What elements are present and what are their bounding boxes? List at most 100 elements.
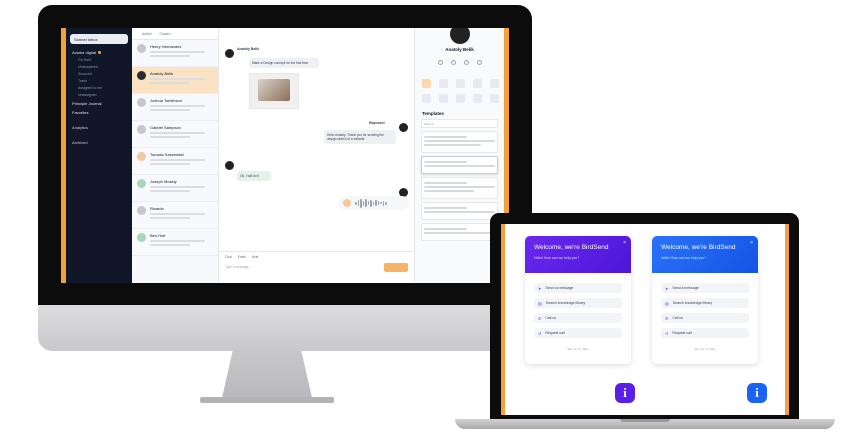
composer-tab-email[interactable]: Email (238, 255, 246, 259)
tool-icon[interactable] (422, 94, 431, 103)
chat-launcher-button-purple[interactable]: i (615, 383, 635, 403)
composer-tab-chat[interactable]: Chat (225, 255, 232, 259)
book-icon: ▤ (538, 300, 542, 306)
chat-launcher-button-blue[interactable]: i (747, 383, 767, 403)
imac-foot (200, 397, 334, 403)
sidebar-group-favorites[interactable]: Favorites (72, 110, 126, 115)
message-bubble: Ok, I will do it (237, 171, 271, 181)
widget-footer: We run on Tidio (694, 347, 716, 351)
contact-avatar (225, 49, 234, 58)
tab-active[interactable]: Active (142, 32, 152, 36)
contact-name: Anatoly Belik (237, 47, 260, 51)
sidebar-item[interactable]: Assigned to me (78, 86, 120, 90)
list-tabs: Active Closed (132, 28, 218, 40)
tool-icon[interactable] (456, 94, 465, 103)
close-icon[interactable]: × (750, 240, 753, 246)
phone-icon: ✆ (665, 315, 669, 321)
option-request-call[interactable]: ↺ Request call (534, 328, 622, 338)
tool-icon[interactable] (490, 94, 499, 103)
sidebar-nav-analytics[interactable]: Analytics (72, 125, 126, 130)
sidebar-item[interactable]: Unanswered (78, 65, 120, 69)
voice-message[interactable] (339, 196, 409, 210)
tool-icon[interactable] (473, 79, 482, 88)
option-send-message[interactable]: ➤ Send us message (534, 283, 622, 293)
message-bubble: Make a Design concept for the first time (249, 58, 319, 68)
widget-header: Welcome, we're BirdSend Hello! How can w… (652, 236, 758, 273)
tool-icon[interactable] (439, 79, 448, 88)
conversation-item[interactable]: Ricardo (132, 202, 218, 229)
templates-title: Templates (422, 111, 444, 116)
widget-header: Welcome, we're BirdSend Hello! How can w… (525, 236, 631, 273)
conversation-item[interactable]: Joseph Mosely (132, 175, 218, 202)
avatar (137, 44, 146, 53)
sidebar-item[interactable]: Snoozed (78, 72, 120, 76)
avatar (137, 206, 146, 215)
tool-icon[interactable] (473, 94, 482, 103)
tool-grid (415, 65, 504, 103)
option-knowledge[interactable]: ▤ Search knowledge library (661, 298, 749, 308)
info-icon[interactable] (463, 60, 469, 65)
book-icon: ▤ (665, 300, 669, 306)
widget-subtitle: Hello! How can we help you? (661, 256, 707, 260)
tab-closed[interactable]: Closed (160, 32, 171, 36)
tool-icon[interactable] (439, 94, 448, 103)
option-call[interactable]: ✆ Call us (661, 313, 749, 323)
macbook-notch (620, 419, 670, 422)
imac-screen: Sonnet Inbox Aviator digital On Hold Una… (61, 28, 509, 283)
widget-title: Welcome, we're BirdSend (661, 244, 736, 251)
agent-name: Rapunzel (369, 121, 385, 125)
templates-search[interactable]: Search (421, 119, 498, 128)
play-icon[interactable] (343, 199, 351, 207)
tool-icon[interactable] (490, 79, 499, 88)
sidebar-nav-archived[interactable]: Archived (72, 140, 126, 145)
callback-icon: ↺ (665, 330, 669, 336)
image-attachment[interactable] (249, 73, 299, 109)
inbox-sidebar: Sonnet Inbox Aviator digital On Hold Una… (66, 28, 132, 283)
conversation-item[interactable]: Joshua Tomlinson (132, 94, 218, 121)
conversation-item[interactable]: Tomasz Kaszewski (132, 148, 218, 175)
more-icon[interactable] (476, 60, 482, 65)
template-item[interactable] (421, 177, 498, 199)
send-button[interactable] (384, 263, 408, 272)
conversation-item-selected[interactable]: Anatoly Belik (132, 67, 218, 94)
macbook-device: Welcome, we're BirdSend Hello! How can w… (455, 213, 835, 431)
sidebar-item[interactable]: Trash (78, 79, 120, 83)
accent-strip-left (501, 224, 505, 415)
conversation-list: Active Closed Henry Hernandez Anatoly Be… (132, 28, 219, 283)
accent-strip-right (785, 224, 789, 415)
avatar (137, 179, 146, 188)
conversation-item[interactable]: Henry Hernandez (132, 40, 218, 67)
option-knowledge[interactable]: ▤ Search knowledge library (534, 298, 622, 308)
imac-stand (222, 350, 312, 398)
mail-icon[interactable] (437, 60, 443, 65)
option-call[interactable]: ✆ Call us (534, 313, 622, 323)
chat-widget-purple: Welcome, we're BirdSend Hello! How can w… (525, 236, 631, 364)
avatar (137, 233, 146, 242)
contact-avatar-large (449, 28, 470, 44)
option-send-message[interactable]: ➤ Send a message (661, 283, 749, 293)
chat-icon: ➤ (538, 285, 542, 291)
tool-icon[interactable] (422, 79, 431, 88)
inbox-selector[interactable]: Sonnet Inbox (70, 34, 128, 44)
phone-icon[interactable] (450, 60, 456, 65)
composer-tabs: Chat Email Note (219, 252, 414, 262)
widget-title: Welcome, we're BirdSend (534, 244, 609, 251)
message-bubble: Hello Anatoly. Thank you for sending the… (324, 130, 396, 144)
sidebar-item[interactable]: On Hold (78, 58, 120, 62)
sidebar-group-principle[interactable]: Principle Journal (72, 101, 126, 106)
sidebar-group-aviator[interactable]: Aviator digital (72, 50, 126, 55)
contact-avatar (225, 161, 234, 170)
message-composer: Chat Email Note Type a message... (219, 251, 414, 283)
conversation-item[interactable]: Gabriel Sampson (132, 121, 218, 148)
phone-icon: ✆ (538, 315, 542, 321)
option-request-call[interactable]: ↺ Request call (661, 328, 749, 338)
close-icon[interactable]: × (623, 240, 626, 246)
tool-icon[interactable] (456, 79, 465, 88)
conversation-item[interactable]: Ben Holt (132, 229, 218, 256)
avatar (137, 71, 146, 80)
sidebar-item[interactable]: Unassigned (78, 93, 120, 97)
template-item[interactable] (421, 156, 498, 174)
composer-tab-note[interactable]: Note (252, 255, 259, 259)
template-item[interactable] (421, 131, 498, 153)
attachment-thumbnail (258, 79, 290, 101)
